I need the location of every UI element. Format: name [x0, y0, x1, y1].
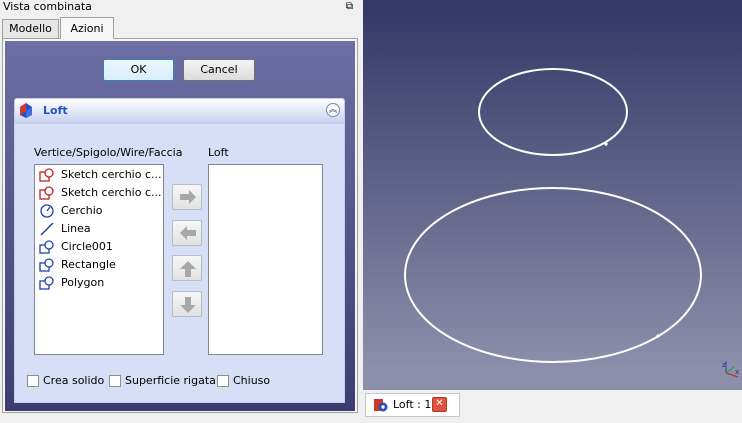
document-tab-label: Loft : 1: [393, 398, 432, 411]
ruled-surface-label: Superficie rigata: [125, 374, 216, 387]
ok-button[interactable]: OK: [103, 59, 174, 81]
add-to-loft-button[interactable]: [172, 184, 202, 210]
svg-text:z: z: [722, 361, 726, 369]
closed-label: Chiuso: [233, 374, 271, 387]
create-solid-checkbox[interactable]: [27, 375, 39, 387]
arrow-down-icon: [180, 297, 196, 313]
tab-modello[interactable]: Modello: [2, 19, 59, 38]
source-list-label: Vertice/Spigolo/Wire/Faccia: [34, 146, 183, 159]
sketch-icon: [39, 186, 54, 200]
shape-icon: [39, 258, 54, 272]
collapse-icon[interactable]: ︽: [326, 103, 340, 117]
loft-list-label: Loft: [208, 146, 229, 159]
shape-icon: [39, 240, 54, 254]
shape-icon: [39, 276, 54, 290]
3d-scene: [404, 68, 702, 363]
arrow-left-icon: [180, 226, 196, 240]
cancel-button[interactable]: Cancel: [183, 59, 255, 81]
tab-azioni[interactable]: Azioni: [60, 17, 114, 39]
remove-from-loft-button[interactable]: [172, 220, 202, 246]
document-gear-icon: [373, 397, 389, 416]
create-solid-label: Crea solido: [43, 374, 105, 387]
loft-title: Loft: [43, 104, 68, 117]
ruled-surface-checkbox[interactable]: [109, 375, 121, 387]
arrow-up-icon: [180, 261, 196, 277]
svg-text:x: x: [735, 368, 739, 376]
move-up-button[interactable]: [172, 255, 202, 281]
loft-list[interactable]: [208, 164, 323, 355]
close-icon[interactable]: ✕: [432, 397, 447, 412]
panel-title: Vista combinata: [0, 0, 360, 14]
circle-icon: [40, 204, 54, 218]
vertex-point[interactable]: [604, 142, 608, 146]
small-circle-sketch[interactable]: [478, 68, 628, 156]
3d-view[interactable]: [363, 0, 742, 390]
move-down-button[interactable]: [172, 291, 202, 317]
closed-checkbox[interactable]: [217, 375, 229, 387]
axis-cross-icon: z x: [720, 355, 742, 384]
loft-icon: [18, 101, 34, 119]
line-icon: [40, 222, 54, 236]
source-list[interactable]: Sketch cerchio c... Sketch cerchio c... …: [34, 164, 164, 355]
arrow-right-icon: [180, 190, 196, 204]
sketch-icon: [39, 168, 54, 182]
float-panel-icon[interactable]: ⧉: [344, 1, 355, 12]
vertex-point[interactable]: [656, 334, 660, 338]
